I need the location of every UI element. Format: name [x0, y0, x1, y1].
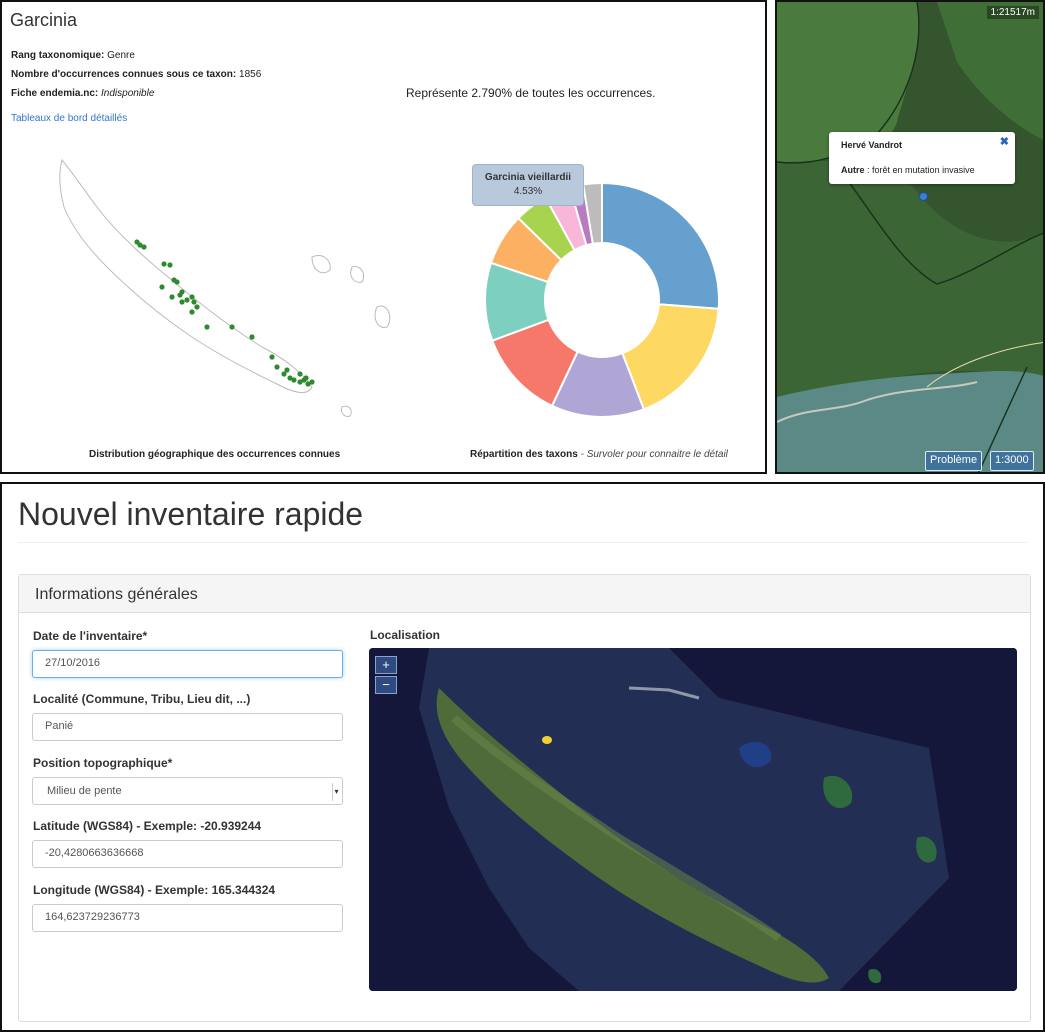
card-title: Informations générales: [35, 586, 198, 603]
popup-key: Autre: [841, 165, 865, 175]
taxon-panel: Garcinia Rang taxonomique: Genre Nombre …: [0, 0, 767, 474]
occurrence-dots: [134, 239, 315, 387]
occurrence-dot: [184, 297, 190, 303]
rank-value: Genre: [107, 50, 135, 61]
occurrence-label: Nombre d'occurrences connues sous ce tax…: [11, 69, 237, 80]
scale-indicator-top: 1:21517m: [986, 6, 1039, 19]
ile-des-pins-outline: [341, 405, 352, 417]
scale-button[interactable]: 1:3000: [990, 451, 1034, 471]
satellite-panel[interactable]: 1:21517m Hervé Vandrot ✖ Autre : forêt e…: [775, 0, 1045, 474]
donut-slice-1[interactable]: [601, 181, 720, 310]
occurrence-dot: [159, 284, 165, 290]
general-info-card: Informations générales Date de l'inventa…: [18, 574, 1031, 1022]
occurrence-dot: [269, 354, 275, 360]
problem-button[interactable]: Problème: [925, 451, 983, 471]
distribution-map: [59, 158, 391, 417]
selected-location-marker: [542, 736, 552, 744]
latitude-input[interactable]: -20,4280663636668: [32, 840, 343, 868]
tooltip-taxon-name: Garcinia vieillardii: [484, 172, 572, 183]
occurrence-dot: [309, 379, 315, 385]
pie-caption-text: Répartition des taxons: [470, 449, 578, 460]
occurrence-dot: [297, 371, 303, 377]
title-divider: [18, 542, 1027, 543]
page-title: Nouvel inventaire rapide: [18, 496, 364, 532]
chevron-down-icon[interactable]: ▾: [332, 783, 340, 801]
occurrence-value: 1856: [239, 69, 262, 80]
location-marker-icon[interactable]: [919, 192, 928, 201]
close-icon[interactable]: ✖: [1000, 135, 1009, 148]
location-map-label: Localisation: [370, 628, 441, 642]
occurrence-dot: [249, 334, 255, 340]
pie-tooltip: Garcinia vieillardii 4.53%: [472, 164, 584, 206]
occurrence-dot: [174, 279, 180, 285]
location-map[interactable]: + −: [369, 648, 1017, 991]
dashboard-link[interactable]: Tableaux de bord détaillés: [11, 113, 127, 124]
observation-popup: Hervé Vandrot ✖ Autre : forêt en mutatio…: [829, 132, 1015, 184]
occurrence-dot: [189, 309, 195, 315]
date-input[interactable]: 27/10/2016: [32, 650, 343, 678]
topo-select[interactable]: Milieu de pente ▾: [32, 777, 343, 805]
longitude-label: Longitude (WGS84) - Exemple: 165.344324: [33, 883, 276, 897]
popup-text: : forêt en mutation invasive: [867, 165, 975, 175]
occurrence-info: Nombre d'occurrences connues sous ce tax…: [11, 69, 261, 80]
topo-label: Position topographique*: [33, 756, 173, 770]
zoom-out-button[interactable]: −: [375, 676, 397, 694]
loyalty-islands-outline: [311, 255, 391, 328]
occurrence-dot: [141, 244, 147, 250]
occurrence-dot: [191, 299, 197, 305]
occurrence-dot: [161, 261, 167, 267]
date-label: Date de l'inventaire*: [33, 629, 148, 643]
pie-caption: Répartition des taxons - Survoler pour c…: [470, 449, 728, 460]
latitude-label: Latitude (WGS84) - Exemple: -20.939244: [33, 819, 262, 833]
fiche-info: Fiche endemia.nc: Indisponible: [11, 88, 154, 99]
zoom-in-button[interactable]: +: [375, 656, 397, 674]
popup-body: Autre : forêt en mutation invasive: [841, 165, 975, 175]
occurrence-dot: [284, 367, 290, 373]
occurrence-dot: [167, 262, 173, 268]
tooltip-value: 4.53%: [513, 186, 543, 197]
taxon-title: Garcinia: [10, 10, 78, 30]
location-map-imagery[interactable]: [369, 648, 1017, 991]
pie-caption-hint: - Survoler pour connaitre le détail: [580, 449, 728, 460]
longitude-input[interactable]: 164,623729236773: [32, 904, 343, 932]
locality-input[interactable]: Panié: [32, 713, 343, 741]
occurrence-dot: [229, 324, 235, 330]
rank-label: Rang taxonomique:: [11, 50, 105, 61]
map-caption: Distribution géographique des occurrence…: [89, 449, 340, 460]
inventory-form-panel: Nouvel inventaire rapide Informations gé…: [0, 482, 1045, 1032]
occurrence-dot: [169, 294, 175, 300]
map-caption-text: Distribution géographique des occurrence…: [89, 449, 341, 460]
occurrence-dot: [194, 304, 200, 310]
occurrence-dot: [189, 294, 195, 300]
popup-observer-name: Hervé Vandrot: [841, 140, 903, 150]
rank-info: Rang taxonomique: Genre: [11, 50, 135, 61]
occurrence-dot: [291, 377, 297, 383]
share-text: Représente 2.790% de toutes les occurren…: [406, 86, 656, 100]
occurrence-dot: [303, 375, 309, 381]
occurrence-dot: [179, 299, 185, 305]
occurrence-dot: [274, 364, 280, 370]
occurrence-dot: [177, 292, 183, 298]
satellite-imagery[interactable]: [777, 2, 1045, 474]
topo-selected-value: Milieu de pente: [47, 785, 122, 797]
occurrence-dot: [204, 324, 210, 330]
fiche-label: Fiche endemia.nc:: [11, 88, 99, 99]
locality-label: Localité (Commune, Tribu, Lieu dit, ...): [33, 692, 251, 706]
card-header: Informations générales: [19, 575, 1030, 613]
fiche-value: Indisponible: [101, 88, 155, 99]
